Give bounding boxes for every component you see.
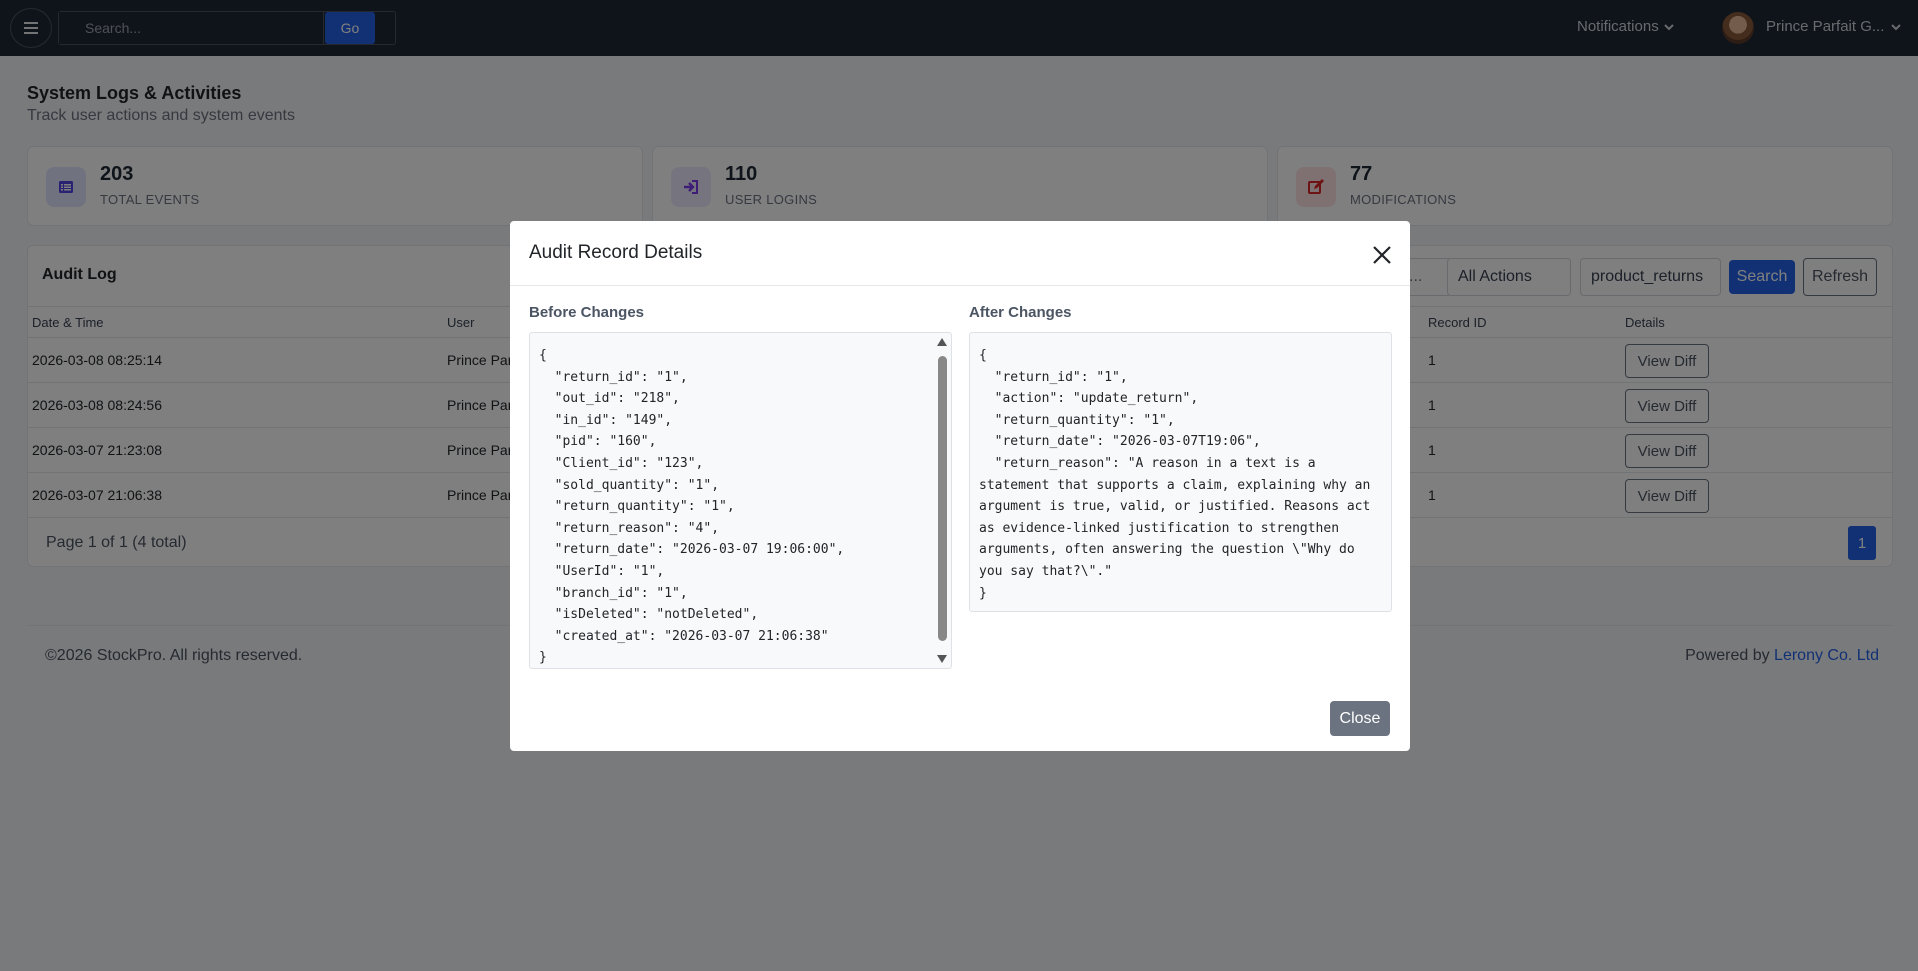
close-button[interactable]: Close [1330,701,1390,736]
audit-record-modal: Audit Record Details Before Changes Afte… [510,221,1410,751]
scroll-down-arrow-icon[interactable] [937,655,947,663]
modal-title: Audit Record Details [529,242,703,263]
after-changes-code[interactable]: { "return_id": "1", "action": "update_re… [969,332,1392,612]
scroll-up-arrow-icon[interactable] [937,338,947,346]
after-changes-title: After Changes [969,304,1072,321]
scroll-thumb[interactable] [938,356,947,641]
before-json: { "return_id": "1", "out_id": "218", "in… [539,348,845,666]
modal-header: Audit Record Details [510,221,1410,286]
close-icon[interactable] [1371,244,1393,266]
after-json: { "return_id": "1", "action": "update_re… [979,348,1371,601]
before-changes-title: Before Changes [529,304,645,321]
before-changes-code[interactable]: { "return_id": "1", "out_id": "218", "in… [529,332,952,669]
scrollbar[interactable] [935,333,949,668]
